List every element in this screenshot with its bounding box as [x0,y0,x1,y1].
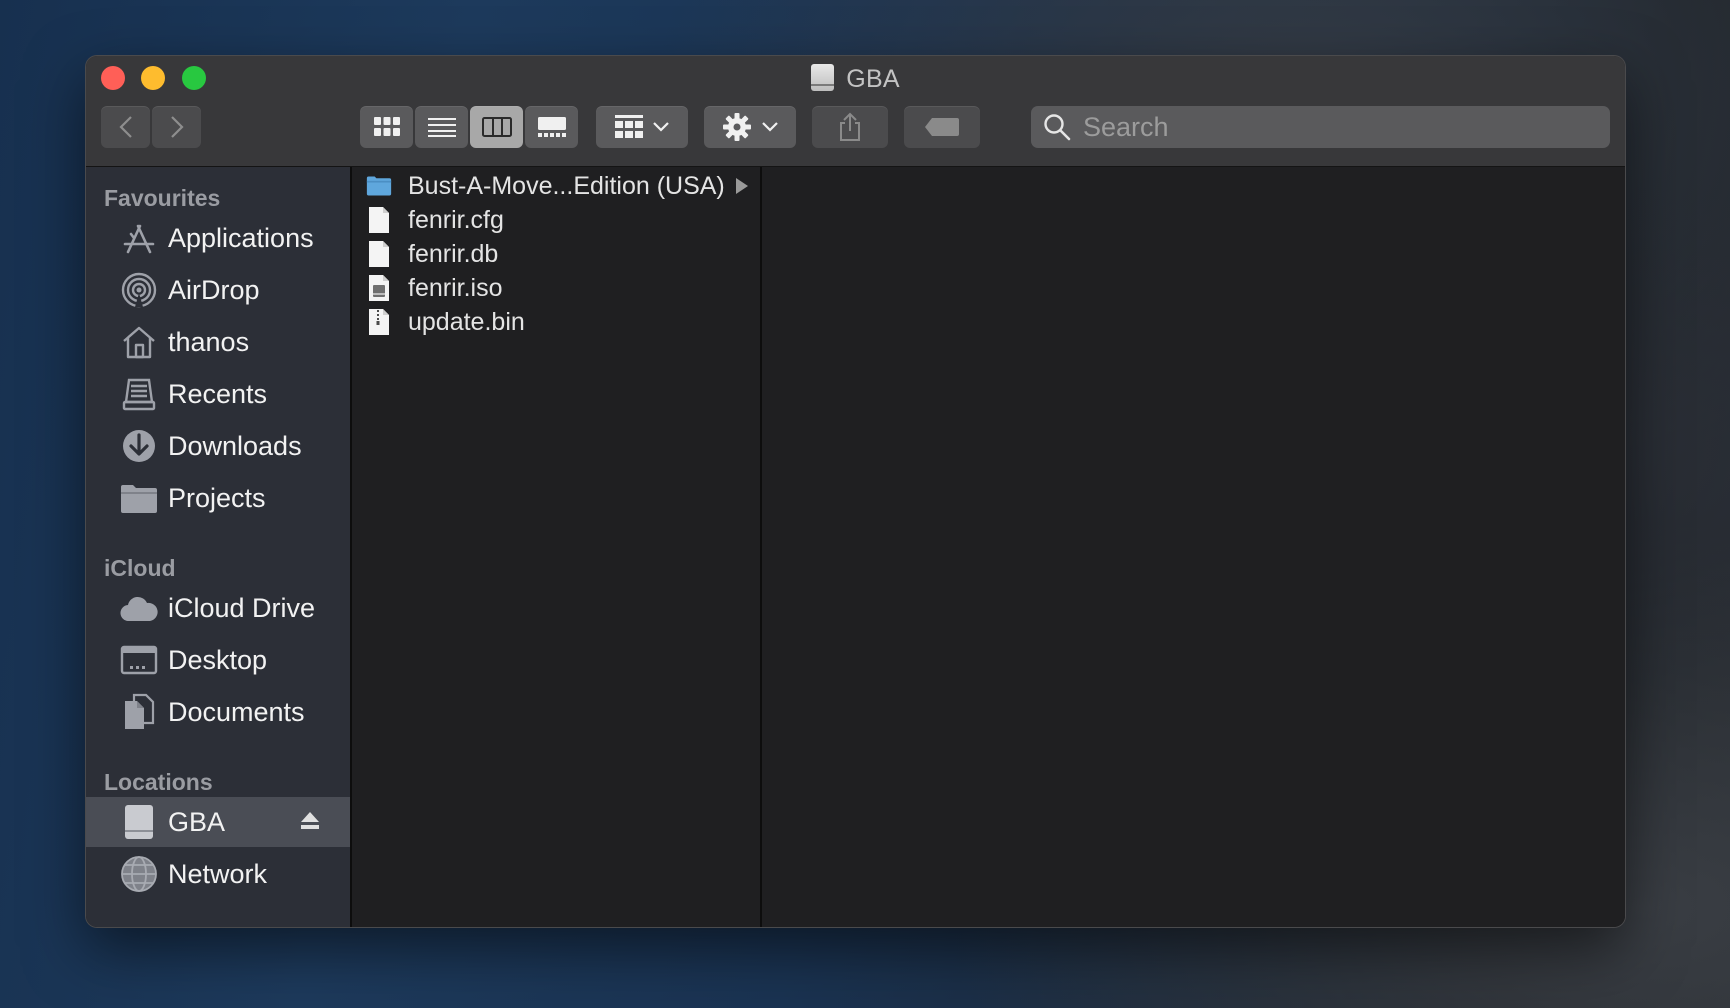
archive-icon [366,307,392,337]
cloud-icon [119,588,159,628]
file-name: fenrir.iso [408,273,503,302]
gear-icon [723,113,751,141]
list-view-button[interactable] [415,106,468,148]
file-row[interactable]: fenrir.iso [352,271,760,305]
file-name: Bust-A-Move...Edition (USA) [408,171,725,200]
documents-icon [119,692,159,732]
search-input[interactable] [1081,110,1585,144]
share-button[interactable] [812,106,888,148]
file-row[interactable]: update.bin [352,305,760,339]
sidebar-item-documents[interactable]: Documents [86,687,350,737]
sidebar-item-desktop[interactable]: Desktop [86,635,350,685]
sidebar-item-icloud-drive[interactable]: iCloud Drive [86,583,350,633]
sidebar-item-gba[interactable]: GBA [86,797,350,847]
browser-column-2 [762,167,1625,927]
chevron-down-icon [653,122,669,132]
chevron-left-icon [118,116,132,138]
sidebar-item-label: Recents [168,378,268,409]
back-button[interactable] [101,106,150,148]
sidebar-item-label: Documents [168,696,305,727]
sidebar-item-label: Projects [168,482,266,513]
sidebar-item-airdrop[interactable]: AirDrop [86,265,350,315]
sidebar: Favourites Applications AirDrop thanos R… [86,167,352,927]
tag-icon [925,118,959,136]
document-icon [366,239,392,269]
navigation-buttons [101,106,201,148]
sidebar-item-applications[interactable]: Applications [86,213,350,263]
recents-icon [119,374,159,414]
icon-view-button[interactable] [360,106,413,148]
group-by-button[interactable] [596,106,688,148]
group-grid-icon [615,115,643,138]
document-icon [366,205,392,235]
search-field[interactable] [1031,106,1610,148]
chevron-down-icon [762,122,778,132]
sidebar-section-locations: Locations [104,769,213,795]
search-icon [1044,114,1071,141]
disk-image-icon [366,273,392,303]
sidebar-item-label: Applications [168,222,314,253]
finder-window: GBA Search Favourites Applications AirDr… [86,56,1625,927]
sidebar-item-label: iCloud Drive [168,592,316,623]
airdrop-icon [119,270,159,310]
folder-icon [366,171,392,201]
share-icon [840,112,860,141]
sidebar-item-network[interactable]: Network [86,849,350,899]
drive-icon [811,64,835,91]
sidebar-item-projects[interactable]: Projects [86,473,350,523]
column-view-button[interactable] [470,106,523,148]
folder-icon [119,478,159,518]
sidebar-item-label: Desktop [168,644,268,675]
file-row-folder[interactable]: Bust-A-Move...Edition (USA) [352,169,760,203]
tags-button[interactable] [904,106,980,148]
home-icon [119,322,159,362]
network-icon [119,854,159,894]
sidebar-item-label: Downloads [168,430,302,461]
icon-view-icon [373,117,400,136]
sidebar-item-label: GBA [168,806,226,837]
sidebar-item-label: thanos [168,326,250,357]
file-name: fenrir.db [408,239,499,268]
sidebar-item-home[interactable]: thanos [86,317,350,367]
window-title: GBA [86,64,1625,94]
drive-icon [119,802,159,842]
column-view-icon [481,117,512,137]
action-menu-button[interactable] [704,106,796,148]
desktop-icon [119,640,159,680]
disclosure-triangle-icon [736,178,748,194]
file-row[interactable]: fenrir.db [352,237,760,271]
chevron-right-icon [170,116,184,138]
sidebar-section-icloud: iCloud [104,555,176,581]
sidebar-item-label: AirDrop [168,274,260,305]
applications-icon [119,218,159,258]
gallery-view-button[interactable] [525,106,578,148]
sidebar-section-favourites: Favourites [104,185,221,211]
sidebar-item-recents[interactable]: Recents [86,369,350,419]
eject-icon[interactable] [300,811,320,831]
toolbar: GBA [86,56,1625,167]
downloads-icon [119,426,159,466]
file-name: fenrir.cfg [408,205,504,234]
forward-button[interactable] [152,106,201,148]
sidebar-item-label: Network [168,858,268,889]
window-title-text: GBA [846,65,900,93]
gallery-view-icon [537,117,566,137]
file-row[interactable]: fenrir.cfg [352,203,760,237]
browser-column-1: Bust-A-Move...Edition (USA) fenrir.cfg f… [352,167,762,927]
view-mode-segmented [360,106,578,148]
file-name: update.bin [408,307,525,336]
sidebar-item-downloads[interactable]: Downloads [86,421,350,471]
list-view-icon [427,118,456,137]
